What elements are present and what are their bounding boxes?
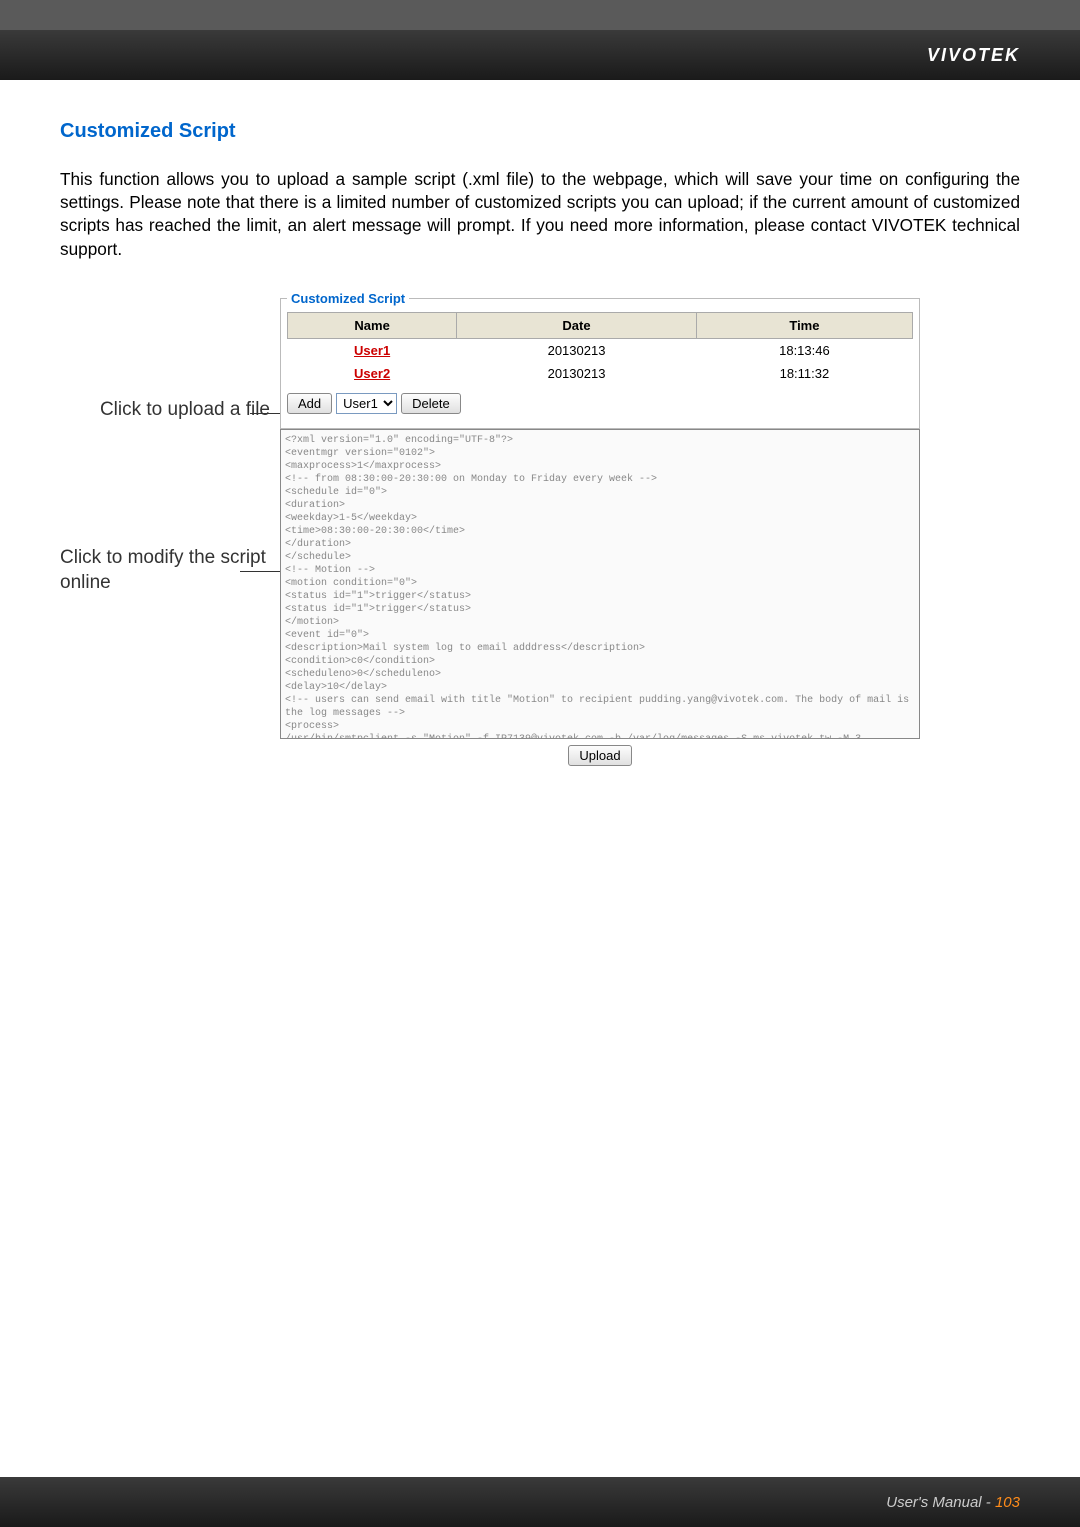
- user-select[interactable]: User1: [336, 393, 397, 414]
- cell-time: 18:11:32: [696, 362, 912, 385]
- col-date: Date: [457, 312, 697, 338]
- section-title: Customized Script: [60, 120, 1020, 143]
- cell-date: 20130213: [457, 338, 697, 362]
- page-top-strip: [0, 0, 1080, 30]
- panel-column: Customized Script Name Date Time User1 2…: [280, 291, 920, 766]
- upload-row: Upload: [280, 745, 920, 766]
- footer-text-label: User's Manual -: [886, 1494, 995, 1511]
- customized-script-panel: Customized Script Name Date Time User1 2…: [280, 291, 920, 429]
- col-name: Name: [288, 312, 457, 338]
- button-row: Add User1 Delete: [287, 393, 913, 414]
- script-editor[interactable]: <?xml version="1.0" encoding="UTF-8"?> <…: [280, 429, 920, 739]
- col-time: Time: [696, 312, 912, 338]
- script-table: Name Date Time User1 20130213 18:13:46 U…: [287, 312, 913, 385]
- upload-button[interactable]: Upload: [568, 745, 631, 766]
- brand-label: VIVOTEK: [927, 45, 1020, 66]
- section-body: This function allows you to upload a sam…: [60, 168, 1020, 261]
- arrow-line-2: [240, 571, 280, 572]
- table-row: User1 20130213 18:13:46: [288, 338, 913, 362]
- footer-page: 103: [995, 1494, 1020, 1511]
- header-bar: VIVOTEK: [0, 30, 1080, 80]
- table-row: User2 20130213 18:11:32: [288, 362, 913, 385]
- arrow-line-1: [250, 413, 280, 414]
- panel-legend: Customized Script: [287, 291, 409, 306]
- add-button[interactable]: Add: [287, 393, 332, 414]
- user-link[interactable]: User2: [354, 366, 390, 381]
- annotation-modify: Click to modify the script online: [60, 546, 270, 595]
- cell-time: 18:13:46: [696, 338, 912, 362]
- cell-date: 20130213: [457, 362, 697, 385]
- annotation-upload: Click to upload a file: [100, 399, 270, 421]
- figure-wrap: Click to upload a file Click to modify t…: [60, 291, 1020, 766]
- annotation-column: Click to upload a file Click to modify t…: [60, 291, 280, 751]
- user-link[interactable]: User1: [354, 343, 390, 358]
- delete-button[interactable]: Delete: [401, 393, 461, 414]
- page-content: Customized Script This function allows y…: [0, 80, 1080, 766]
- footer-label: User's Manual - 103: [886, 1494, 1020, 1511]
- footer-bar: User's Manual - 103: [0, 1477, 1080, 1527]
